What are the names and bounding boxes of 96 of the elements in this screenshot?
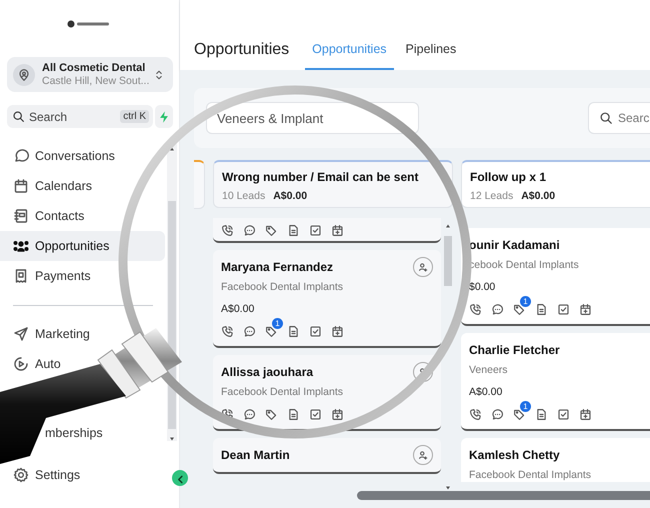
lightning-icon	[157, 110, 171, 124]
people-network-icon	[13, 238, 29, 254]
user-plus-icon	[417, 261, 429, 273]
opportunity-value: $0.00	[469, 281, 496, 293]
calendar-plus-icon[interactable]	[331, 325, 344, 338]
opportunity-card[interactable]: Allissa jaouhara Facebook Dental Implants	[213, 355, 441, 431]
nav-item[interactable]: Calendars	[0, 171, 165, 201]
receipt-icon	[13, 268, 29, 284]
document-icon[interactable]	[287, 325, 300, 338]
opportunity-value: A$0.00	[469, 386, 504, 398]
contact-name: Kamlesh Chetty	[469, 448, 560, 462]
calendar-plus-icon[interactable]	[579, 303, 592, 316]
chat-bubble-icon[interactable]	[491, 303, 504, 316]
opportunity-card[interactable]: Dean Martin	[213, 438, 441, 474]
tag-icon[interactable]	[265, 224, 278, 237]
tag-icon[interactable]	[265, 325, 278, 338]
notification-badge: 1	[272, 318, 283, 329]
lead-count: 12 Leads	[470, 190, 514, 202]
scrollbar-thumb[interactable]	[444, 236, 452, 286]
play-circle-icon	[13, 356, 29, 372]
checkbox-icon[interactable]	[557, 408, 570, 421]
tag-icon[interactable]	[265, 408, 278, 421]
contact-name: Allissa jaouhara	[221, 365, 314, 379]
search-field[interactable]: Searc	[588, 102, 650, 134]
opportunity-card[interactable]	[213, 218, 441, 243]
opportunity-card[interactable]: Maryana Fernandez Facebook Dental Implants A$0.00 1	[213, 250, 441, 348]
page-title: Opportunities	[194, 41, 290, 59]
settings-icon	[13, 467, 29, 483]
contact-name: Maryana Fernandez	[221, 260, 334, 274]
lead-source: Facebook Dental Implants	[469, 469, 592, 481]
nav-item[interactable]: Contacts	[0, 201, 165, 231]
opportunity-card[interactable]: Charlie Fletcher Veneers A$0.00 1	[461, 333, 650, 431]
tag-icon[interactable]	[513, 303, 526, 316]
tag-icon[interactable]	[513, 408, 526, 421]
notification-badge: 1	[520, 401, 531, 412]
chat-bubble-icon[interactable]	[243, 408, 256, 421]
document-icon[interactable]	[535, 408, 548, 421]
opportunity-card[interactable]: Kamlesh Chetty Facebook Dental Implants	[461, 438, 650, 482]
lead-source: Facebook Dental Implants	[221, 386, 344, 398]
contact-name: Charlie Fletcher	[469, 343, 560, 357]
address-book-icon	[13, 208, 29, 224]
checkbox-icon[interactable]	[309, 224, 322, 237]
nav-item[interactable]: Marketing	[0, 319, 94, 349]
calendar-plus-icon[interactable]	[331, 408, 344, 421]
contact-name: ounir Kadamani	[469, 238, 560, 252]
chat-bubble-icon[interactable]	[243, 325, 256, 338]
search-field[interactable]: Search ctrl K	[7, 105, 153, 128]
opportunity-value: A$0.00	[221, 303, 256, 315]
document-icon[interactable]	[535, 303, 548, 316]
nav-item[interactable]: Conversations	[0, 141, 165, 171]
checkbox-icon[interactable]	[309, 325, 322, 338]
location-name: All Cosmetic Dental	[42, 62, 146, 74]
logo-icon	[66, 20, 110, 28]
nav-item[interactable]: Opportunities	[0, 231, 165, 261]
nav-item[interactable]: Payments	[0, 261, 165, 291]
calendar-icon	[13, 178, 29, 194]
location-address: Castle Hill, New Sout...	[42, 75, 146, 87]
document-icon[interactable]	[287, 224, 300, 237]
column-total: A$0.00	[273, 190, 308, 202]
phone-icon[interactable]	[469, 408, 482, 421]
chat-bubble-icon	[13, 148, 29, 164]
tab[interactable]: Pipelines	[398, 42, 464, 70]
user-plus-icon	[417, 449, 429, 461]
nav-item[interactable]: Auto	[0, 349, 65, 379]
paper-plane-icon	[13, 326, 29, 342]
assign-user-button[interactable]	[413, 257, 433, 277]
column-title: Follow up x 1	[470, 170, 548, 184]
chat-bubble-icon[interactable]	[243, 224, 256, 237]
search-icon	[12, 110, 25, 123]
column-title: Wrong number / Email can be sent	[222, 170, 420, 184]
search-placeholder: Search	[29, 110, 68, 124]
horizontal-scrollbar[interactable]	[357, 491, 650, 500]
chat-bubble-icon[interactable]	[491, 408, 504, 421]
phone-icon[interactable]	[469, 303, 482, 316]
lead-count: 10 Leads	[222, 190, 266, 202]
checkbox-icon[interactable]	[557, 303, 570, 316]
search-icon	[599, 111, 613, 125]
document-icon[interactable]	[287, 408, 300, 421]
calendar-plus-icon[interactable]	[331, 224, 344, 237]
column-total: A$0.00	[521, 190, 556, 202]
contact-name: Dean Martin	[221, 448, 290, 462]
pipeline-column-edge	[194, 160, 205, 209]
checkbox-icon[interactable]	[309, 408, 322, 421]
calendar-plus-icon[interactable]	[579, 408, 592, 421]
phone-icon[interactable]	[221, 224, 234, 237]
shortcut-badge: ctrl K	[120, 110, 149, 123]
phone-icon[interactable]	[221, 325, 234, 338]
notification-badge: 1	[520, 296, 531, 307]
nav-item[interactable]: Settings	[0, 460, 84, 490]
location-avatar-icon	[13, 64, 35, 86]
nav-item[interactable]: mberships	[45, 426, 103, 440]
search-placeholder: Searc	[618, 111, 650, 125]
lead-source: Facebook Dental Implants	[221, 281, 344, 293]
location-switcher[interactable]: All Cosmetic Dental Castle Hill, New Sout...	[7, 57, 173, 92]
assign-user-button[interactable]	[413, 445, 433, 465]
lead-source: Veneers	[469, 364, 509, 376]
